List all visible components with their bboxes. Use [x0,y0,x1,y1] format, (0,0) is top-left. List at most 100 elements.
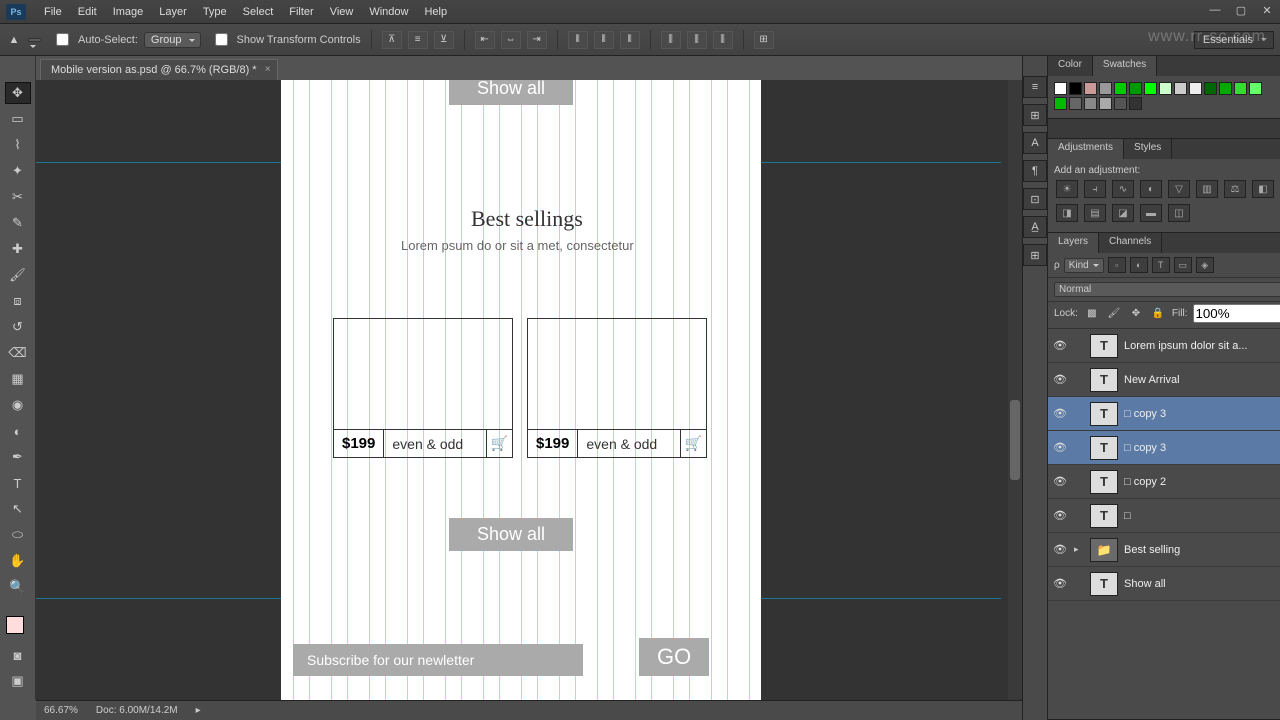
layer-name[interactable]: Show all [1124,578,1280,590]
type-tool[interactable]: T [5,472,31,494]
filter-pixel-icon[interactable]: ▫ [1108,257,1126,273]
tab-styles[interactable]: Styles [1124,139,1172,159]
eyedropper-tool[interactable]: ✎ [5,212,31,234]
auto-align-icon[interactable]: ⊞ [754,31,774,49]
filter-shape-icon[interactable]: ▭ [1174,257,1192,273]
adj-invert-icon[interactable]: ◨ [1056,204,1078,222]
lock-all-icon[interactable]: 🔒 [1150,307,1166,321]
menu-view[interactable]: View [322,6,362,18]
blend-mode-dropdown[interactable]: Normal [1054,282,1280,297]
status-arrow-icon[interactable]: ▸ [196,705,201,716]
pen-tool[interactable]: ✒ [5,446,31,468]
menu-filter[interactable]: Filter [281,6,321,18]
showall-button[interactable]: Show all [449,518,573,551]
auto-select-target-dropdown[interactable]: Group [144,32,201,48]
visibility-icon[interactable]: 👁 [1052,441,1068,454]
canvas-area[interactable]: Show all Best sellings Lorem psum do or … [36,80,1022,700]
eraser-tool[interactable]: ⌫ [5,342,31,364]
dock-brush-icon[interactable]: ⊡ [1023,188,1047,210]
distribute-left-icon[interactable]: ⫼ [661,31,681,49]
close-tab-icon[interactable]: × [265,64,271,75]
menu-edit[interactable]: Edit [70,6,105,18]
artboard[interactable]: Show all Best sellings Lorem psum do or … [281,80,761,700]
cart-icon[interactable]: 🛒 [486,430,512,457]
adj-colorbalance-icon[interactable]: ⚖ [1224,180,1246,198]
stamp-tool[interactable]: ⧈ [5,290,31,312]
dock-paragraph-icon[interactable]: ¶ [1023,160,1047,182]
layer-name[interactable]: □ copy 3 [1124,408,1280,420]
distribute-hcenter-icon[interactable]: ⫼ [687,31,707,49]
visibility-icon[interactable]: 👁 [1052,407,1068,420]
layer-row[interactable]: 👁TShow all [1048,567,1280,601]
layers-list[interactable]: 👁TLorem ipsum dolor sit a...👁TNew Arriva… [1048,329,1280,601]
menu-select[interactable]: Select [235,6,282,18]
move-tool-icon[interactable]: ▲ [6,32,22,48]
subscribe-input[interactable]: Subscribe for our newletter [293,644,583,676]
dock-clone-icon[interactable]: A̲ [1023,216,1047,238]
move-tool[interactable]: ✥ [5,82,31,104]
visibility-icon[interactable]: 👁 [1052,373,1068,386]
menu-image[interactable]: Image [105,6,152,18]
zoom-tool[interactable]: 🔍 [5,576,31,598]
tab-color[interactable]: Color [1048,56,1093,76]
distribute-top-icon[interactable]: ⫴ [568,31,588,49]
document-tab[interactable]: Mobile version as.psd @ 66.7% (RGB/8) * … [40,59,278,80]
dock-character-icon[interactable]: A [1023,132,1047,154]
blur-tool[interactable]: ◉ [5,394,31,416]
path-tool[interactable]: ↖ [5,498,31,520]
layer-row[interactable]: 👁TNew Arrival [1048,363,1280,397]
dock-history-icon[interactable]: ≡ [1023,76,1047,98]
menu-layer[interactable]: Layer [151,6,195,18]
layer-row[interactable]: 👁▸📁Best selling [1048,533,1280,567]
brush-tool[interactable]: 🖌 [5,264,31,286]
align-right-icon[interactable]: ⇥ [527,31,547,49]
adj-exposure-icon[interactable]: ◐ [1140,180,1162,198]
align-hcenter-icon[interactable]: ⇔ [501,31,521,49]
align-vcenter-icon[interactable]: ≡ [408,31,428,49]
minimize-button[interactable]: — [1202,0,1228,20]
quickmask-tool[interactable]: ◙ [5,644,31,666]
lock-transparency-icon[interactable]: ▩ [1084,307,1100,321]
layer-filter-kind-dropdown[interactable]: Kind [1064,258,1104,273]
showall-top-button[interactable]: Show all [449,80,573,105]
distribute-bottom-icon[interactable]: ⫴ [620,31,640,49]
layer-row[interactable]: 👁T□ copy 2 [1048,465,1280,499]
close-button[interactable]: ✕ [1254,0,1280,20]
heal-tool[interactable]: ✚ [5,238,31,260]
layer-row[interactable]: 👁TLorem ipsum dolor sit a... [1048,329,1280,363]
product-card-1[interactable]: $199 even & odd 🛒 [333,318,513,458]
lock-position-icon[interactable]: ✥ [1128,307,1144,321]
maximize-button[interactable]: ▢ [1228,0,1254,20]
layer-name[interactable]: Lorem ipsum dolor sit a... [1124,340,1280,352]
color-swatches[interactable] [9,610,27,640]
adj-selectivecolor-icon[interactable]: ◫ [1168,204,1190,222]
adj-curves-icon[interactable]: ∿ [1112,180,1134,198]
menu-file[interactable]: File [36,6,70,18]
adj-bw-icon[interactable]: ◧ [1252,180,1274,198]
tab-layers[interactable]: Layers [1048,233,1099,253]
filter-type-icon[interactable]: T [1152,257,1170,273]
marquee-tool[interactable]: ▭ [5,108,31,130]
cart-icon[interactable]: 🛒 [680,430,706,457]
align-top-icon[interactable]: ⊼ [382,31,402,49]
layer-row[interactable]: 👁T□ [1048,499,1280,533]
auto-select-checkbox[interactable] [56,33,69,46]
visibility-icon[interactable]: 👁 [1052,577,1068,590]
adj-threshold-icon[interactable]: ◪ [1112,204,1134,222]
go-button[interactable]: GO [639,638,709,676]
tab-channels[interactable]: Channels [1099,233,1162,253]
canvas-vertical-scrollbar[interactable] [1008,80,1022,700]
foreground-swatch[interactable] [6,616,24,634]
wand-tool[interactable]: ✦ [5,160,31,182]
filter-adjust-icon[interactable]: ◐ [1130,257,1148,273]
layer-row[interactable]: 👁T□ copy 3 [1048,397,1280,431]
adj-gradientmap-icon[interactable]: ▬ [1140,204,1162,222]
tab-adjustments[interactable]: Adjustments [1048,139,1124,159]
menu-help[interactable]: Help [416,6,455,18]
menu-window[interactable]: Window [361,6,416,18]
align-left-icon[interactable]: ⇤ [475,31,495,49]
tool-preset-dropdown[interactable] [28,38,42,42]
adj-hue-icon[interactable]: ▥ [1196,180,1218,198]
hand-tool[interactable]: ✋ [5,550,31,572]
zoom-level[interactable]: 66.67% [44,705,78,716]
